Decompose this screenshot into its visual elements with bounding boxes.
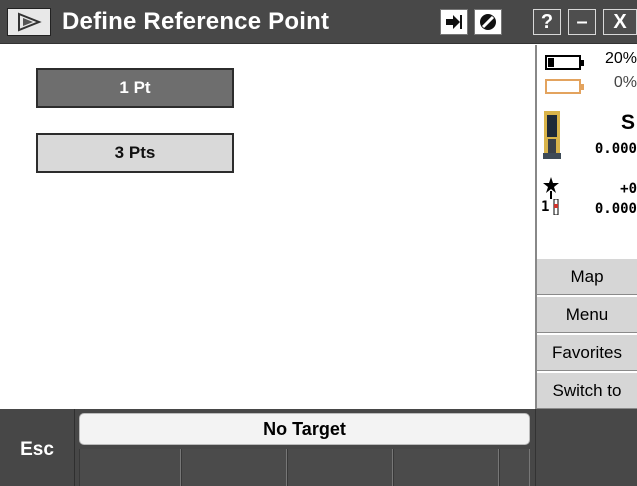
menu-button[interactable]: Menu (537, 296, 637, 333)
bottom-bar: Esc No Target (0, 409, 637, 486)
battery-1-level (548, 58, 554, 67)
softkey-2[interactable] (181, 449, 287, 486)
target-height: 0.000 (594, 201, 637, 217)
no-icon (480, 14, 496, 30)
target-offset: +0 (620, 181, 637, 197)
cancel-action-button[interactable] (474, 9, 502, 35)
battery-2-icon (545, 79, 584, 94)
enter-icon (446, 15, 462, 29)
main-content: 1 Pt 3 Pts (0, 45, 535, 409)
target-pole-icon (553, 199, 559, 215)
battery-1-icon (545, 55, 584, 70)
instrument-status: S (620, 111, 635, 134)
instrument-value: 0.000 (594, 141, 637, 157)
switch-to-button[interactable]: Switch to (537, 372, 637, 409)
trimble-logo-icon (18, 12, 42, 32)
battery-1-percent: 20% (604, 50, 637, 67)
enter-button[interactable] (440, 9, 468, 35)
softkey-4[interactable] (393, 449, 499, 486)
target-status: No Target (79, 413, 530, 445)
help-button[interactable]: ? (533, 9, 561, 35)
total-station-icon[interactable] (543, 111, 561, 159)
softkey-3[interactable] (287, 449, 393, 486)
title-bar: Define Reference Point ? – X (0, 0, 637, 44)
battery-2-percent: 0% (613, 74, 637, 91)
map-button[interactable]: Map (537, 258, 637, 295)
favorites-button[interactable]: Favorites (537, 334, 637, 371)
esc-button[interactable]: Esc (0, 409, 75, 486)
app-icon[interactable] (7, 8, 51, 36)
one-point-button[interactable]: 1 Pt (36, 68, 234, 108)
target-prism-icon[interactable] (543, 177, 559, 199)
target-number: 1 (541, 199, 550, 215)
softkey-1[interactable] (79, 449, 181, 486)
close-button[interactable]: X (603, 9, 637, 35)
three-points-button[interactable]: 3 Pts (36, 133, 234, 173)
window-title: Define Reference Point (62, 8, 330, 35)
bottom-right-area (535, 409, 637, 486)
softkey-5[interactable] (499, 449, 530, 486)
minimize-button[interactable]: – (568, 9, 596, 35)
status-panel: 20% 0% S 0.000 1 +0 0.000 Map Menu Favor… (535, 45, 637, 409)
